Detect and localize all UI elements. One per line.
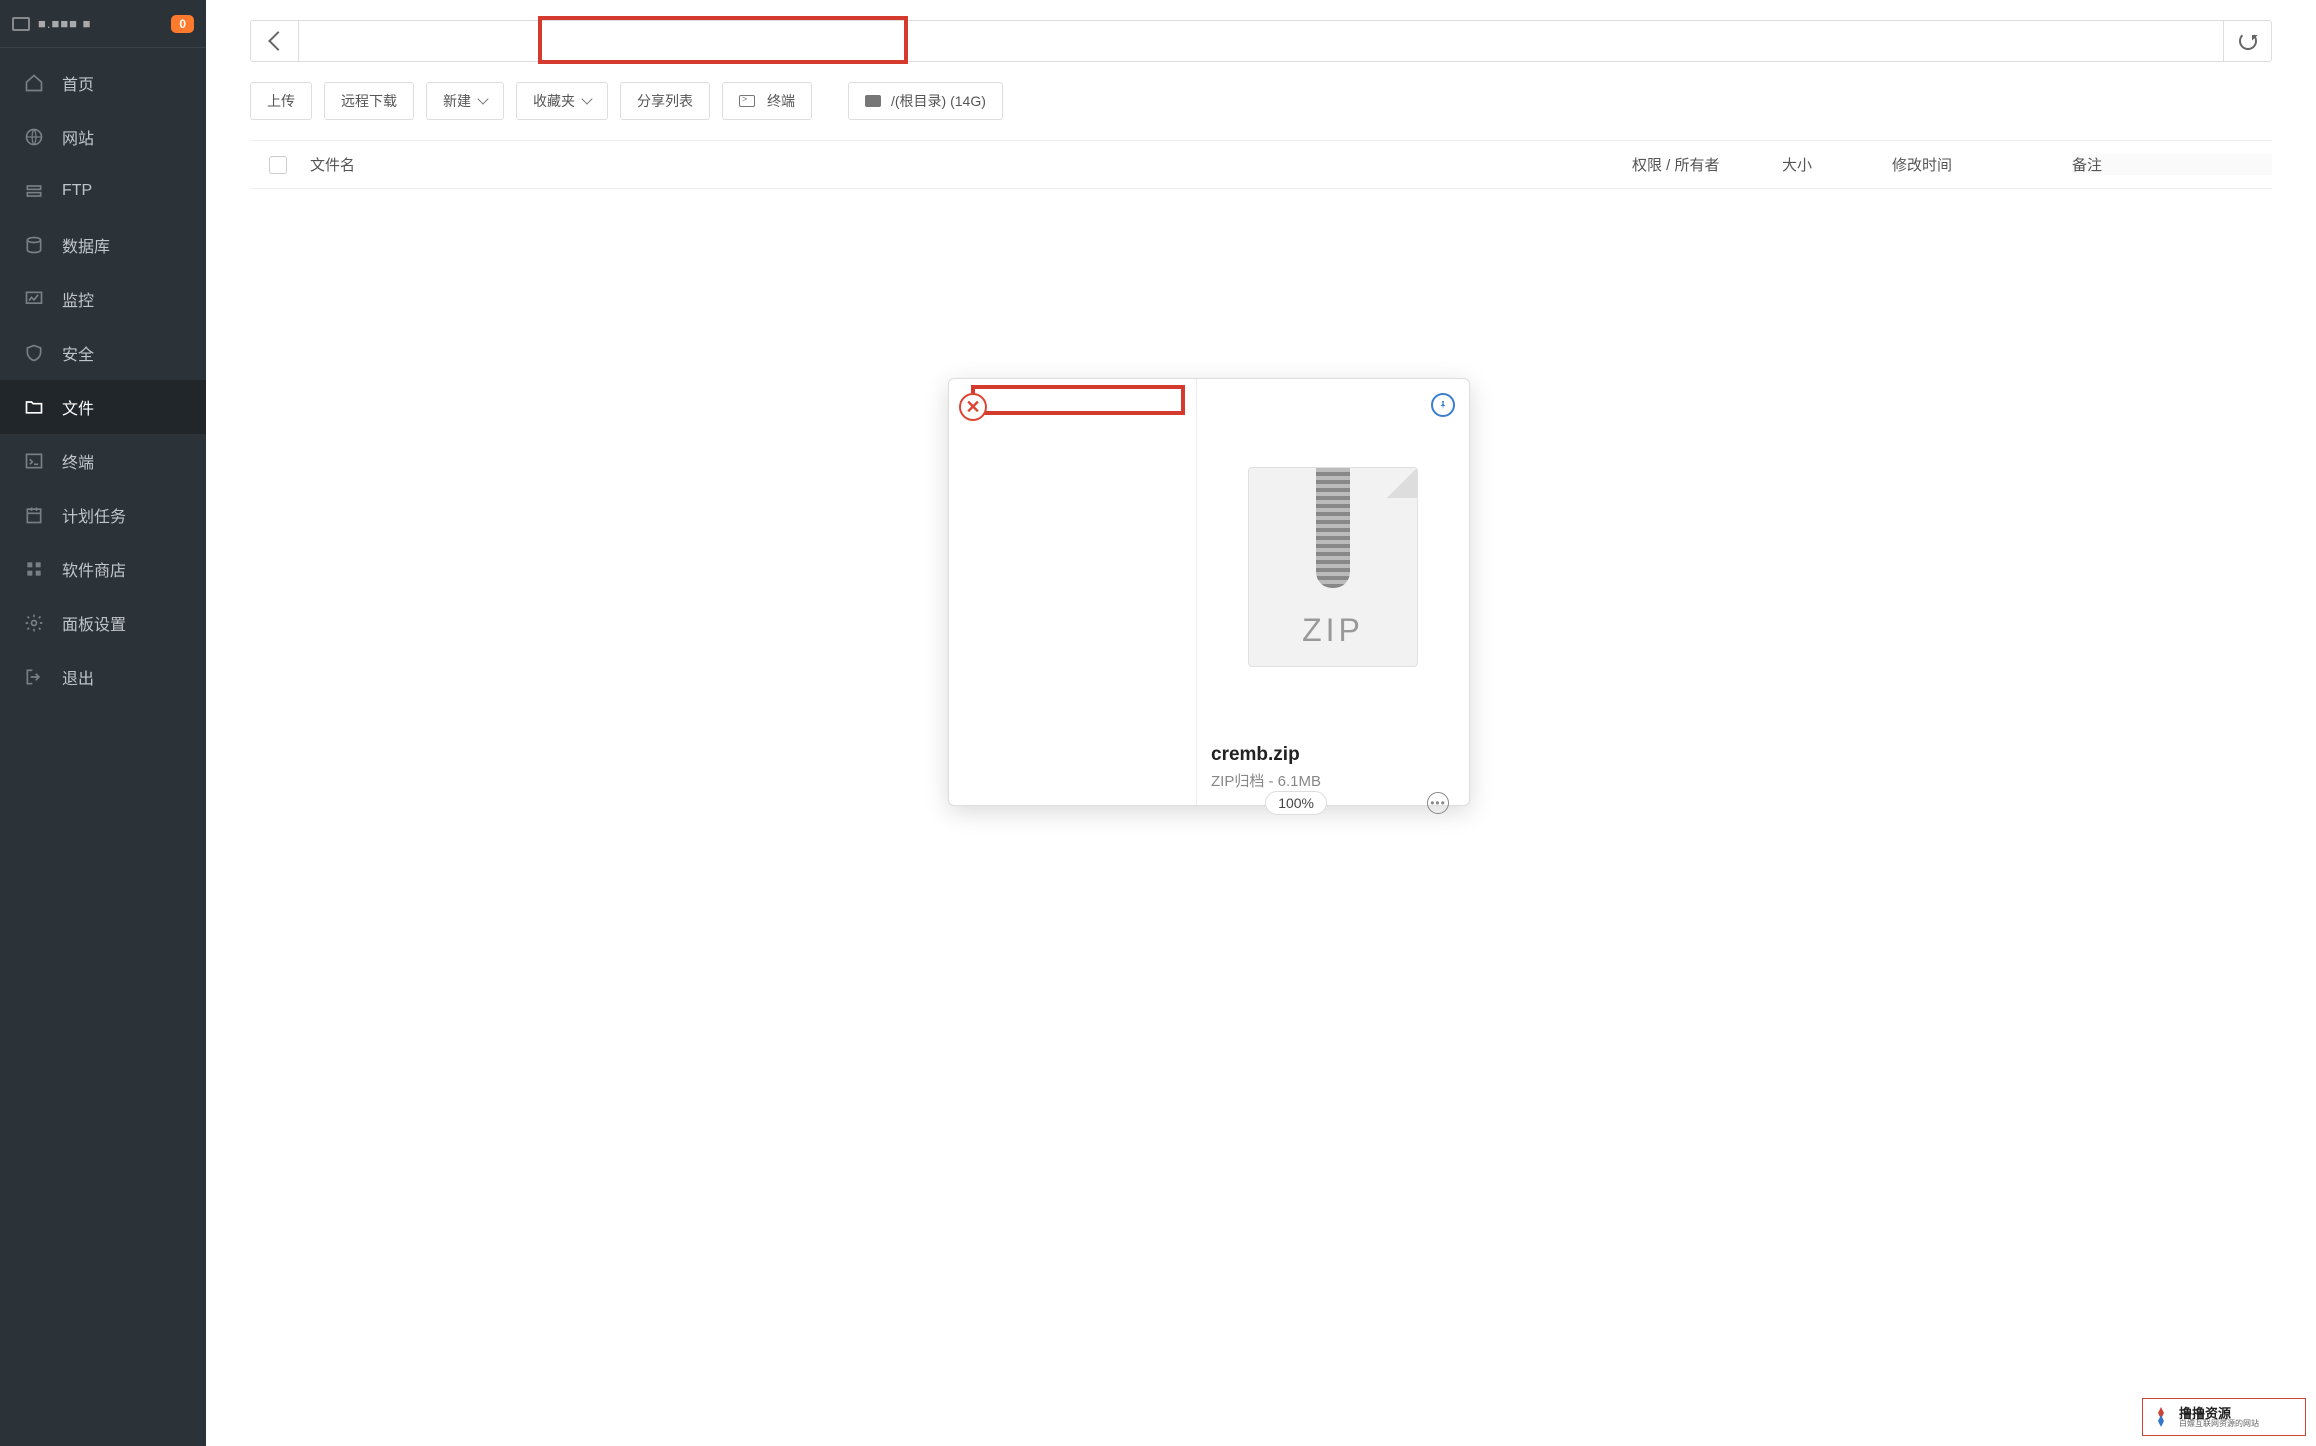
pin-icon (1437, 399, 1449, 411)
home-icon (24, 73, 44, 93)
col-mtime[interactable]: 修改时间 (1892, 154, 2072, 175)
table-header: 文件名 权限 / 所有者 大小 修改时间 备注 (250, 141, 2272, 189)
sidebar-item-monitor[interactable]: 监控 (0, 272, 206, 326)
watermark: 撸撸资源 白嫖互联网资源的网站 (2142, 1398, 2306, 1436)
new-button[interactable]: 新建 (426, 82, 504, 120)
sidebar-item-label: 首页 (62, 71, 94, 95)
sidebar-item-terminal[interactable]: 终端 (0, 434, 206, 488)
sidebar-header: ■.■■■ ■ 0 (0, 0, 206, 48)
favorites-button[interactable]: 收藏夹 (516, 82, 608, 120)
remote-download-button[interactable]: 远程下载 (324, 82, 414, 120)
calendar-icon (24, 505, 44, 525)
disk-icon (865, 95, 881, 107)
sidebar-item-globe[interactable]: 网站 (0, 110, 206, 164)
zip-type-label: ZIP (1302, 612, 1364, 649)
col-note[interactable]: 备注 (2072, 154, 2272, 175)
server-name: ■.■■■ ■ (38, 16, 163, 31)
zoom-level[interactable]: 100% (1265, 791, 1327, 815)
breadcrumb-bar (250, 20, 2272, 62)
ftp-icon (24, 181, 44, 201)
sidebar: ■.■■■ ■ 0 首页网站 FTP 数据库监控安全文件终端计划任务软件商店面板设置… (0, 0, 206, 1446)
refresh-button[interactable] (2223, 21, 2271, 61)
terminal-icon (739, 95, 755, 107)
popup-preview: ZIP cremb.zip ZIP归档 - 6.1MB 100% ••• (1197, 379, 1469, 805)
pin-button[interactable] (1431, 393, 1455, 417)
sidebar-item-shield[interactable]: 安全 (0, 326, 206, 380)
share-list-button[interactable]: 分享列表 (620, 82, 710, 120)
folder-icon (24, 397, 44, 417)
zip-thumbnail: ZIP (1211, 393, 1455, 740)
sidebar-item-folder[interactable]: 文件 (0, 380, 206, 434)
preview-meta: ZIP归档 - 6.1MB (1211, 770, 1455, 791)
preview-popup: ✕ ZIP cremb.zip ZIP归档 - 6.1MB 100% (948, 378, 1470, 806)
toolbar: 上传 远程下载 新建 收藏夹 分享列表 终端 /(根目录) (14G) (250, 82, 2272, 120)
preview-filename: cremb.zip (1211, 744, 1455, 766)
sidebar-item-label: 文件 (62, 395, 94, 419)
chevron-down-icon (477, 93, 488, 104)
apps-icon (24, 559, 44, 579)
nav: 首页网站 FTP 数据库监控安全文件终端计划任务软件商店面板设置退出 (0, 48, 206, 712)
col-perm[interactable]: 权限 / 所有者 (1632, 154, 1782, 175)
refresh-icon (2239, 32, 2257, 50)
upload-button[interactable]: 上传 (250, 82, 312, 120)
col-name[interactable]: 文件名 (306, 154, 1632, 175)
sidebar-item-label: FTP (62, 182, 92, 200)
sidebar-item-ftp[interactable]: FTP (0, 164, 206, 218)
sidebar-item-label: 面板设置 (62, 611, 126, 635)
sidebar-item-label: 网站 (62, 125, 94, 149)
sidebar-item-label: 退出 (62, 665, 94, 689)
shield-icon (24, 343, 44, 363)
globe-icon (24, 127, 44, 147)
notification-badge[interactable]: 0 (171, 15, 194, 33)
db-icon (24, 235, 44, 255)
terminal-button[interactable]: 终端 (722, 82, 812, 120)
close-button[interactable]: ✕ (959, 393, 987, 421)
sidebar-item-label: 终端 (62, 449, 94, 473)
more-button[interactable]: ••• (1427, 792, 1449, 814)
disk-usage-button[interactable]: /(根目录) (14G) (848, 82, 1003, 120)
arrow-left-icon (268, 31, 288, 51)
sidebar-item-exit[interactable]: 退出 (0, 650, 206, 704)
back-button[interactable] (251, 21, 299, 61)
popup-file-list: ✕ (949, 379, 1197, 805)
chevron-down-icon (581, 93, 592, 104)
monitor-icon (24, 289, 44, 309)
sidebar-item-label: 安全 (62, 341, 94, 365)
highlight-box (971, 385, 1185, 415)
sidebar-item-label: 软件商店 (62, 557, 126, 581)
terminal-icon (24, 451, 44, 471)
watermark-icon (2149, 1405, 2173, 1429)
main: 上传 远程下载 新建 收藏夹 分享列表 终端 /(根目录) (14G) 文件名 … (206, 0, 2316, 1446)
sidebar-item-db[interactable]: 数据库 (0, 218, 206, 272)
monitor-icon (12, 17, 30, 31)
sidebar-item-label: 计划任务 (62, 503, 126, 527)
sidebar-item-home[interactable]: 首页 (0, 56, 206, 110)
sidebar-item-apps[interactable]: 软件商店 (0, 542, 206, 596)
select-all-checkbox[interactable] (269, 156, 287, 174)
sidebar-item-label: 监控 (62, 287, 94, 311)
sidebar-item-label: 数据库 (62, 233, 110, 257)
zipper-icon (1316, 468, 1350, 588)
sidebar-item-gear[interactable]: 面板设置 (0, 596, 206, 650)
gear-icon (24, 613, 44, 633)
exit-icon (24, 667, 44, 687)
sidebar-item-calendar[interactable]: 计划任务 (0, 488, 206, 542)
col-size[interactable]: 大小 (1782, 154, 1892, 175)
